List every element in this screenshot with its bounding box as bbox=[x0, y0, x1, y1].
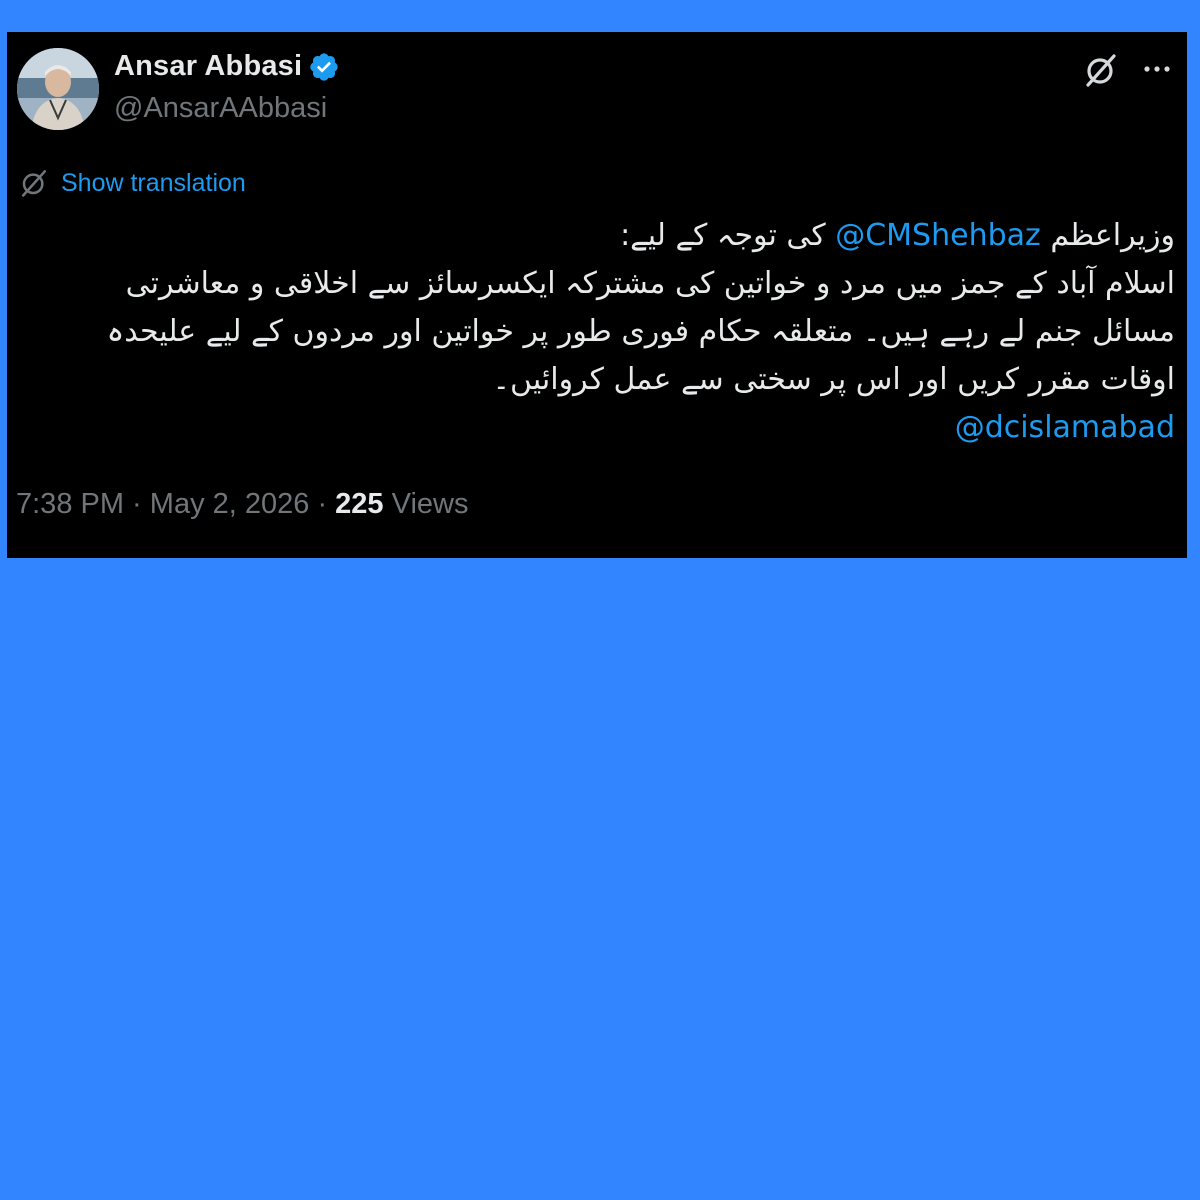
avatar[interactable] bbox=[17, 48, 99, 130]
meta-separator: · bbox=[309, 488, 336, 520]
author-name-row: Ansar Abbasi bbox=[114, 50, 340, 83]
tweet-line-1: وزیراعظم @CMShehbaz کی توجہ کے لیے: bbox=[35, 212, 1175, 260]
tweet-line-1-suffix: کی توجہ کے لیے: bbox=[620, 218, 826, 253]
meta-separator: · bbox=[124, 488, 150, 520]
views-count: 225 bbox=[335, 488, 384, 520]
tweet-meta: 7:38 PM · May 2, 2026 · 225 Views bbox=[16, 488, 468, 521]
translate-icon bbox=[21, 170, 47, 197]
tweet-date[interactable]: May 2, 2026 bbox=[150, 488, 310, 521]
tweet-line-1-prefix: وزیراعظم bbox=[1050, 218, 1175, 253]
tweet-card: Ansar Abbasi @AnsarAAbbasi Show translat… bbox=[7, 32, 1187, 558]
translation-row: Show translation bbox=[19, 168, 246, 198]
author-handle[interactable]: @AnsarAAbbasi bbox=[114, 92, 327, 125]
grok-icon[interactable] bbox=[1083, 52, 1119, 88]
tweet-line-mention: @dcislamabad bbox=[35, 404, 1175, 452]
tweet-paragraph: اسلام آباد کے جمز میں مرد و خواتین کی مش… bbox=[106, 266, 1175, 397]
more-options-icon[interactable] bbox=[1139, 54, 1175, 84]
tweet-text: وزیراعظم @CMShehbaz کی توجہ کے لیے: اسلا… bbox=[35, 212, 1175, 452]
verified-badge-icon bbox=[310, 52, 338, 81]
views-label: Views bbox=[383, 488, 469, 520]
author-display-name[interactable]: Ansar Abbasi bbox=[114, 50, 302, 83]
tweet-time[interactable]: 7:38 PM bbox=[16, 488, 124, 521]
show-translation-link[interactable]: Show translation bbox=[61, 169, 246, 198]
mention-dcislamabad[interactable]: @dcislamabad bbox=[955, 410, 1175, 445]
mention-cmshehbaz[interactable]: @CMShehbaz bbox=[835, 218, 1041, 253]
profile-photo bbox=[17, 48, 99, 130]
